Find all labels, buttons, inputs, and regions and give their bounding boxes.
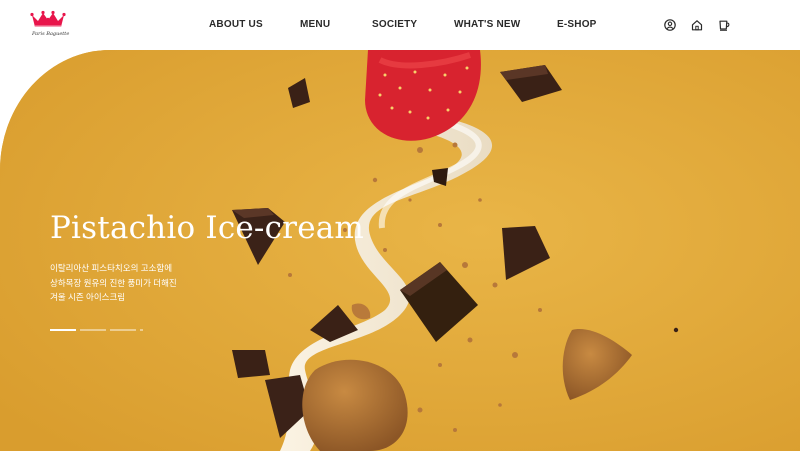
brand-logo[interactable]: Paris Baguette xyxy=(28,10,70,40)
nav-item-e-shop[interactable]: E-SHOP xyxy=(557,19,597,30)
pager-dot-2[interactable] xyxy=(80,329,106,331)
hero-description-line: 이탈리아산 피스타치오의 고소함에 xyxy=(50,263,173,273)
hero-description-line: 겨울 시즌 아이스크림 xyxy=(50,292,126,302)
brand-logo-text: Paris Baguette xyxy=(32,31,70,37)
coffee-cup-icon[interactable] xyxy=(717,18,731,32)
nav-item-menu[interactable]: MENU xyxy=(300,19,330,30)
hero-image xyxy=(0,50,800,451)
nav-item-about-us[interactable]: ABOUT US xyxy=(209,19,263,30)
home-icon[interactable] xyxy=(690,18,704,32)
nav-item-society[interactable]: SOCIETY xyxy=(372,19,417,30)
pager-dot-3[interactable] xyxy=(110,329,136,331)
hero-description-line: 상하목장 원유의 진한 풍미가 더해진 xyxy=(50,277,177,288)
pager-dot-1[interactable] xyxy=(50,329,76,331)
hero-description: 이탈리아산 피스타치오의 고소함에 상하목장 원유의 진한 풍미가 더해진 겨울… xyxy=(50,261,250,305)
nav-item-whats-new[interactable]: WHAT'S NEW xyxy=(454,19,520,30)
hero-banner: Pistachio Ice-cream 이탈리아산 피스타치오의 고소함에 상하… xyxy=(0,50,800,451)
hero-title: Pistachio Ice-cream xyxy=(50,210,365,246)
site-header: Paris Baguette ABOUT US MENU SOCIETY WHA… xyxy=(0,0,800,50)
crown-icon xyxy=(30,10,66,28)
user-icon[interactable] xyxy=(663,18,677,32)
pager-dot-4[interactable] xyxy=(140,329,143,331)
